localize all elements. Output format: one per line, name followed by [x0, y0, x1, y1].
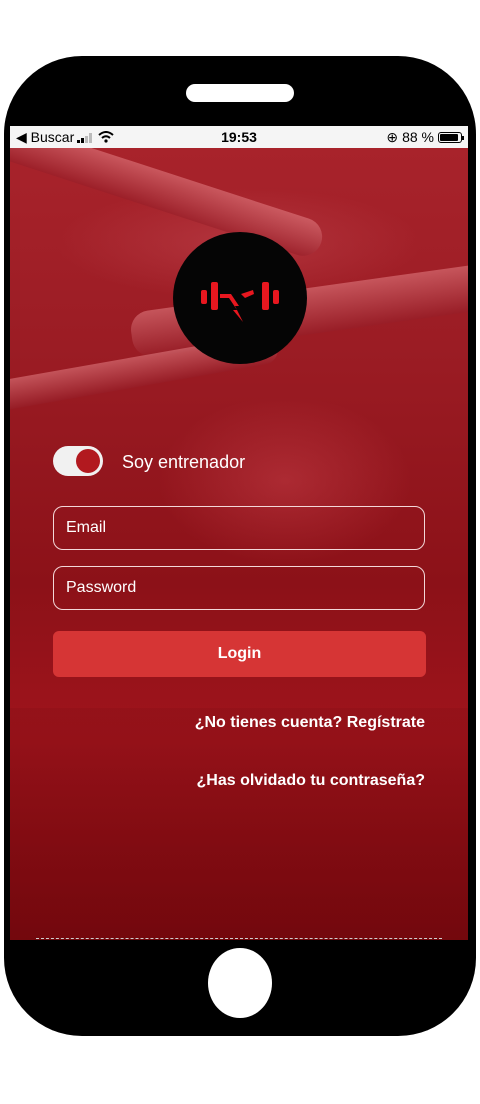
- login-button[interactable]: Login: [53, 631, 426, 677]
- register-link[interactable]: ¿No tienes cuenta? Regístrate: [195, 714, 425, 732]
- app-logo: [173, 232, 307, 364]
- cellular-signal-icon: [77, 132, 93, 143]
- status-bar: ◀ Buscar 19:53 ⊕ 88 %: [10, 126, 468, 148]
- app-screen: ◀ Buscar 19:53 ⊕ 88 % Soy entrenador Ema…: [10, 126, 468, 940]
- password-field[interactable]: [53, 566, 425, 610]
- floor-shadow: [10, 708, 468, 940]
- home-button[interactable]: [208, 948, 272, 1018]
- forgot-password-link[interactable]: ¿Has olvidado tu contraseña?: [197, 772, 425, 790]
- rotation-lock-icon: ⊕: [386, 128, 399, 145]
- battery-fill: [440, 133, 458, 141]
- toggle-knob: [76, 449, 100, 473]
- battery-icon: [438, 131, 464, 143]
- back-to-search-link[interactable]: ◀ Buscar: [16, 129, 74, 146]
- wifi-icon: [98, 131, 114, 143]
- battery-percentage: 88 %: [402, 129, 434, 145]
- speaker-grille: [186, 84, 294, 102]
- barbell-lightning-icon: [201, 282, 279, 322]
- trainer-toggle[interactable]: [53, 446, 103, 476]
- trainer-toggle-label: Soy entrenador: [122, 452, 246, 472]
- email-field[interactable]: [53, 506, 425, 550]
- divider: [36, 938, 442, 940]
